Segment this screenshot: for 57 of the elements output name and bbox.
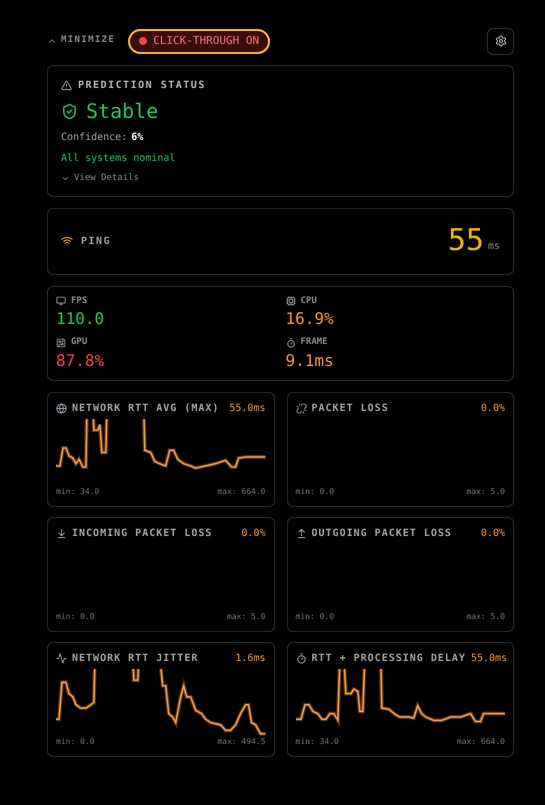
pulse-icon — [56, 652, 67, 664]
chip-icon — [286, 296, 296, 306]
timer-icon — [296, 652, 306, 664]
click-through-toggle[interactable]: CLICK-THROUGH ON — [128, 28, 270, 54]
status-message: All systems nominal — [61, 152, 176, 166]
chart-max: max: 664.0 — [456, 736, 505, 748]
chart-title: RTT + PROCESSING DELAY — [312, 652, 466, 666]
download-icon — [56, 528, 67, 538]
chart-max: max: 5.0 — [466, 610, 505, 622]
warning-icon — [61, 80, 72, 91]
chart-max: max: 5.0 — [466, 486, 505, 498]
stat-value: 9.1ms — [286, 350, 335, 372]
monitor-icon — [56, 296, 66, 306]
settings-icon — [494, 35, 506, 47]
chart-value: 1.6ms — [235, 652, 266, 666]
stat-label: GPU — [71, 336, 88, 349]
chart-min: min: 34.0 — [56, 486, 100, 498]
ping-value: 55 — [448, 226, 484, 256]
ping-unit: ms — [488, 240, 500, 254]
chart-title: PACKET LOSS — [312, 402, 389, 416]
chart-max: max: 5.0 — [226, 610, 266, 622]
chart-min: min: 0.0 — [296, 610, 334, 622]
chart-value: 0.0% — [480, 526, 505, 540]
stat-value: 16.9% — [286, 308, 335, 330]
chart-min: min: 0.0 — [56, 610, 95, 622]
view-details-toggle[interactable]: View Details — [61, 172, 140, 186]
chart-max: max: 494.5 — [217, 736, 266, 748]
chart-title: NETWORK RTT JITTER — [72, 652, 198, 666]
confidence-label: Confidence: — [61, 131, 128, 145]
chart-title: OUTGOING PACKET LOSS — [312, 526, 452, 540]
circuit-board-icon — [56, 338, 66, 348]
card-title: PREDICTION STATUS — [78, 79, 206, 93]
minimize-button[interactable]: MINIMIZE — [47, 34, 116, 48]
stat-value: 110.0 — [56, 308, 106, 330]
chart-title: INCOMING PACKET LOSS — [72, 526, 212, 540]
chart-value: 0.0% — [241, 526, 266, 540]
upload-icon — [296, 528, 306, 538]
chart-min: min: 34.0 — [296, 736, 339, 748]
ping-label: PING — [81, 234, 112, 248]
chart-max: max: 664.0 — [217, 486, 266, 498]
confidence-value: 6% — [131, 131, 144, 145]
chart-min: min: 0.0 — [56, 736, 95, 748]
chart-value: 55.0ms — [470, 652, 508, 666]
chart-value: 55.0ms — [229, 402, 266, 416]
chart-value: 0.0% — [480, 402, 505, 416]
chart-min: min: 0.0 — [296, 486, 334, 498]
shield-check-icon — [61, 102, 78, 120]
stat-value: 87.8% — [56, 350, 106, 372]
chart-title: NETWORK RTT AVG (MAX) — [72, 402, 220, 416]
timer-icon — [286, 338, 296, 348]
globe-icon — [56, 402, 67, 414]
status-text: Stable — [86, 101, 158, 121]
broken-link-icon — [296, 402, 306, 414]
stat-label: CPU — [300, 294, 317, 308]
settings-button[interactable] — [487, 28, 514, 54]
stat-label: FPS — [71, 294, 88, 308]
stat-label: FRAME — [300, 336, 328, 349]
